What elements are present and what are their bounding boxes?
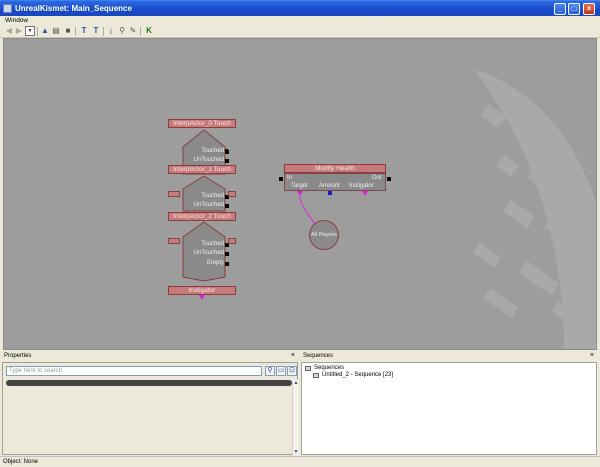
status-bar: Object: None: [0, 456, 600, 467]
toolbar-separator: [37, 27, 38, 36]
tree-item-untitled-2[interactable]: Untitled_2 - Sequence [23]: [322, 372, 393, 378]
minimize-button[interactable]: _: [554, 3, 566, 15]
all-players-variable[interactable]: All Players: [309, 220, 339, 250]
screenshot-icon[interactable]: ■: [63, 26, 73, 36]
kismet-k-icon[interactable]: K: [144, 26, 154, 36]
instigator-pin[interactable]: [199, 295, 205, 300]
toggle-text-all-icon[interactable]: T: [91, 26, 101, 36]
window-title: UnrealKismet: Main_Sequence: [15, 4, 132, 13]
node-connector-bar: [168, 191, 180, 197]
rename-sequence-icon[interactable]: ▤: [51, 26, 61, 36]
maximize-button[interactable]: □: [568, 3, 580, 15]
toolbar-separator: [75, 27, 76, 36]
toggle-text-icon[interactable]: T: [79, 26, 89, 36]
action-out-label: Out: [372, 175, 382, 181]
output-pin[interactable]: [225, 159, 229, 163]
event-node-1-output-untouched: UnTouched: [193, 202, 224, 208]
event-node-2-output-touched: Touched: [201, 241, 224, 247]
toolbar: ◀ ▶ ▾ ▲ ▤ ■ T T ¡ ⚲ ✎ K: [0, 24, 600, 38]
action-node-title[interactable]: Modify Health: [284, 164, 386, 173]
sequences-tree: Sequences Untitled_2 - Sequence [23]: [301, 362, 597, 455]
zoom-icon[interactable]: ⚲: [117, 26, 127, 36]
toolbar-separator: [140, 27, 141, 36]
lock-icon[interactable]: ⊡: [287, 366, 297, 376]
properties-header: Properties ×: [2, 352, 298, 361]
output-pin[interactable]: [225, 262, 229, 266]
tree-item-root[interactable]: Sequences: [314, 365, 344, 371]
action-in-label: In: [287, 175, 293, 181]
search-icon[interactable]: ¡: [106, 26, 116, 36]
sequences-close-icon[interactable]: ×: [590, 352, 594, 359]
event-node-1-title[interactable]: InterpActor_1 Touch: [168, 165, 236, 174]
var-label-amount: Amount: [319, 183, 340, 189]
app-icon: [3, 4, 12, 13]
scroll-up-icon[interactable]: ▲: [293, 380, 299, 386]
toolbar-separator: [103, 27, 104, 36]
properties-body: Type here to search ⚲ ▭ ⊡ ▲ ▼: [2, 362, 298, 455]
properties-search-input[interactable]: Type here to search: [6, 366, 262, 376]
history-dropdown-icon[interactable]: ▾: [25, 26, 35, 36]
back-arrow-icon[interactable]: ◀: [4, 26, 14, 36]
output-pin[interactable]: [225, 204, 229, 208]
sequence-icon: [313, 373, 319, 378]
title-bar[interactable]: UnrealKismet: Main_Sequence _ □ ×: [0, 0, 600, 16]
event-node-2-output-empty: Empty: [206, 260, 224, 266]
event-node-2-title[interactable]: InterpActor_2 Touch: [168, 212, 236, 221]
event-node-2-output-untouched: UnTouched: [193, 250, 224, 256]
properties-panel: Properties × Type here to search ⚲ ▭ ⊡ ▲…: [2, 352, 298, 455]
event-node-0-output-untouched: UnTouched: [193, 157, 224, 163]
instigator-var-pin[interactable]: [362, 191, 368, 196]
event-node-0-output-touched: Touched: [201, 148, 224, 154]
scroll-down-icon[interactable]: ▼: [293, 449, 299, 455]
search-icon[interactable]: ⚲: [265, 366, 275, 376]
sequences-title: Sequences: [303, 353, 334, 359]
node-connector-bar: [228, 191, 236, 197]
instigator-bar[interactable]: Instigator: [168, 286, 236, 295]
parent-sequence-icon[interactable]: ▲: [40, 26, 50, 36]
event-node-1-output-touched: Touched: [201, 193, 224, 199]
menu-window[interactable]: Window: [5, 17, 28, 24]
event-node-0-title[interactable]: InterpActor_0 Touch: [168, 119, 236, 128]
properties-title: Properties: [4, 353, 32, 359]
expand-all-icon[interactable]: ▭: [276, 366, 286, 376]
forward-arrow-icon[interactable]: ▶: [14, 26, 24, 36]
output-pin[interactable]: [225, 252, 229, 256]
target-var-pin[interactable]: [297, 191, 303, 196]
amount-var-pin[interactable]: [328, 191, 332, 195]
node-connector-bar: [228, 238, 236, 244]
sequences-header: Sequences ×: [301, 352, 597, 361]
kismet-canvas[interactable]: InterpActor_0 Touch Touched UnTouched In…: [3, 38, 597, 350]
property-category-bar[interactable]: [6, 380, 292, 386]
link-icon[interactable]: ✎: [128, 26, 138, 36]
output-pin-out[interactable]: [387, 177, 391, 181]
properties-close-icon[interactable]: ×: [291, 352, 295, 359]
kismet-window: UnrealKismet: Main_Sequence _ □ × Window…: [0, 0, 600, 467]
var-label-instigator: Instigator: [349, 183, 374, 189]
sequences-panel: Sequences × Sequences Untitled_2 - Seque…: [301, 352, 597, 455]
close-button[interactable]: ×: [583, 3, 595, 15]
output-pin[interactable]: [225, 150, 229, 154]
status-text: Object: None: [3, 459, 39, 465]
node-connector-bar: [168, 238, 180, 244]
sequence-folder-icon: [305, 366, 311, 371]
var-label-target: Target: [291, 183, 308, 189]
properties-scrollbar[interactable]: ▲ ▼: [292, 380, 298, 455]
input-pin-in[interactable]: [279, 177, 283, 181]
